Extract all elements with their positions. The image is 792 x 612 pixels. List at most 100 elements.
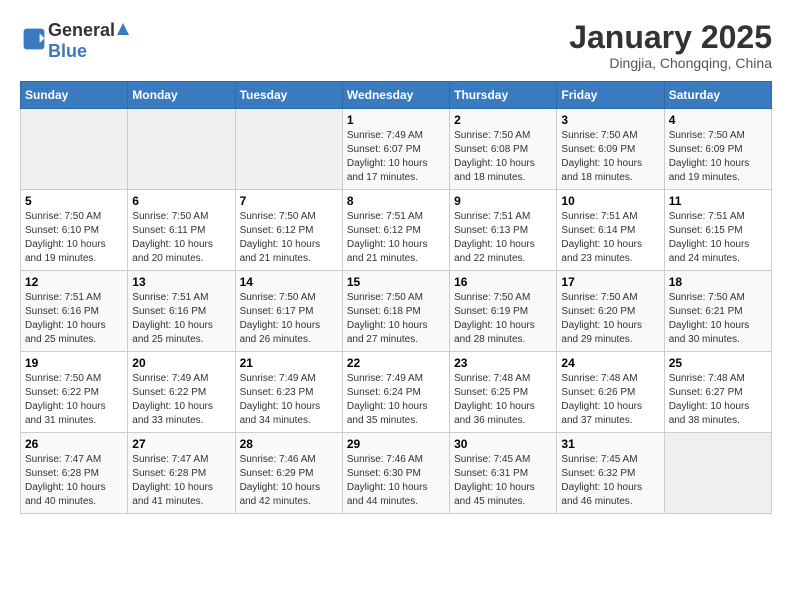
day-number: 18: [669, 275, 767, 289]
day-info: Sunrise: 7:51 AM Sunset: 6:13 PM Dayligh…: [454, 210, 552, 266]
week-row-1: 5Sunrise: 7:50 AM Sunset: 6:10 PM Daylig…: [21, 190, 772, 271]
day-info: Sunrise: 7:50 AM Sunset: 6:21 PM Dayligh…: [669, 291, 767, 347]
day-number: 28: [240, 437, 338, 451]
col-thursday: Thursday: [450, 82, 557, 109]
day-info: Sunrise: 7:51 AM Sunset: 6:14 PM Dayligh…: [561, 210, 659, 266]
day-cell: 23 Sunrise: 7:48 AM Sunset: 6:25 PM Dayli…: [450, 352, 557, 433]
day-number: 21: [240, 356, 338, 370]
day-number: 6: [132, 194, 230, 208]
day-number: 11: [669, 194, 767, 208]
day-info: Sunrise: 7:47 AM Sunset: 6:28 PM Dayligh…: [132, 453, 230, 509]
day-info: Sunrise: 7:47 AM Sunset: 6:28 PM Dayligh…: [25, 453, 123, 509]
day-info: Sunrise: 7:49 AM Sunset: 6:24 PM Dayligh…: [347, 372, 445, 428]
day-info: Sunrise: 7:48 AM Sunset: 6:26 PM Dayligh…: [561, 372, 659, 428]
day-cell: 5Sunrise: 7:50 AM Sunset: 6:10 PM Daylig…: [21, 190, 128, 271]
day-cell: 19 Sunrise: 7:50 AM Sunset: 6:22 PM Dayli…: [21, 352, 128, 433]
day-number: 5: [25, 194, 123, 208]
day-number: 9: [454, 194, 552, 208]
day-cell: 2 Sunrise: 7:50 AM Sunset: 6:08 PM Daylig…: [450, 109, 557, 190]
week-row-2: 12 Sunrise: 7:51 AM Sunset: 6:16 PM Dayli…: [21, 271, 772, 352]
header: General Blue January 2025 Dingjia, Chong…: [20, 20, 772, 71]
day-cell: 11Sunrise: 7:51 AM Sunset: 6:15 PM Dayli…: [664, 190, 771, 271]
day-cell: 8Sunrise: 7:51 AM Sunset: 6:12 PM Daylig…: [342, 190, 449, 271]
day-cell: 22 Sunrise: 7:49 AM Sunset: 6:24 PM Dayli…: [342, 352, 449, 433]
title-area: January 2025 Dingjia, Chongqing, China: [569, 20, 772, 71]
day-number: 22: [347, 356, 445, 370]
day-info: Sunrise: 7:50 AM Sunset: 6:22 PM Dayligh…: [25, 372, 123, 428]
day-cell: 4 Sunrise: 7:50 AM Sunset: 6:09 PM Daylig…: [664, 109, 771, 190]
day-cell: 7 Sunrise: 7:50 AM Sunset: 6:12 PM Daylig…: [235, 190, 342, 271]
day-cell: 6 Sunrise: 7:50 AM Sunset: 6:11 PM Daylig…: [128, 190, 235, 271]
day-cell: 24 Sunrise: 7:48 AM Sunset: 6:26 PM Dayli…: [557, 352, 664, 433]
day-cell: 10Sunrise: 7:51 AM Sunset: 6:14 PM Dayli…: [557, 190, 664, 271]
day-cell: [664, 433, 771, 514]
col-tuesday: Tuesday: [235, 82, 342, 109]
day-info: Sunrise: 7:48 AM Sunset: 6:25 PM Dayligh…: [454, 372, 552, 428]
day-number: 3: [561, 113, 659, 127]
day-cell: 21 Sunrise: 7:49 AM Sunset: 6:23 PM Dayli…: [235, 352, 342, 433]
day-info: Sunrise: 7:48 AM Sunset: 6:27 PM Dayligh…: [669, 372, 767, 428]
week-row-3: 19 Sunrise: 7:50 AM Sunset: 6:22 PM Dayli…: [21, 352, 772, 433]
day-number: 24: [561, 356, 659, 370]
day-cell: 15Sunrise: 7:50 AM Sunset: 6:18 PM Dayli…: [342, 271, 449, 352]
day-number: 14: [240, 275, 338, 289]
day-number: 25: [669, 356, 767, 370]
day-info: Sunrise: 7:50 AM Sunset: 6:08 PM Dayligh…: [454, 129, 552, 185]
day-info: Sunrise: 7:51 AM Sunset: 6:12 PM Dayligh…: [347, 210, 445, 266]
day-number: 17: [561, 275, 659, 289]
day-info: Sunrise: 7:50 AM Sunset: 6:19 PM Dayligh…: [454, 291, 552, 347]
day-cell: 26 Sunrise: 7:47 AM Sunset: 6:28 PM Dayli…: [21, 433, 128, 514]
day-number: 7: [240, 194, 338, 208]
col-monday: Monday: [128, 82, 235, 109]
day-info: Sunrise: 7:50 AM Sunset: 6:17 PM Dayligh…: [240, 291, 338, 347]
day-number: 27: [132, 437, 230, 451]
col-saturday: Saturday: [664, 82, 771, 109]
day-number: 26: [25, 437, 123, 451]
day-cell: 25 Sunrise: 7:48 AM Sunset: 6:27 PM Dayli…: [664, 352, 771, 433]
day-cell: 13Sunrise: 7:51 AM Sunset: 6:16 PM Dayli…: [128, 271, 235, 352]
day-number: 1: [347, 113, 445, 127]
day-info: Sunrise: 7:51 AM Sunset: 6:16 PM Dayligh…: [25, 291, 123, 347]
day-cell: 16Sunrise: 7:50 AM Sunset: 6:19 PM Dayli…: [450, 271, 557, 352]
week-row-4: 26 Sunrise: 7:47 AM Sunset: 6:28 PM Dayli…: [21, 433, 772, 514]
day-cell: 14 Sunrise: 7:50 AM Sunset: 6:17 PM Dayli…: [235, 271, 342, 352]
col-wednesday: Wednesday: [342, 82, 449, 109]
day-number: 20: [132, 356, 230, 370]
day-cell: 31Sunrise: 7:45 AM Sunset: 6:32 PM Dayli…: [557, 433, 664, 514]
day-number: 15: [347, 275, 445, 289]
calendar-subtitle: Dingjia, Chongqing, China: [569, 55, 772, 71]
day-cell: 17 Sunrise: 7:50 AM Sunset: 6:20 PM Dayli…: [557, 271, 664, 352]
calendar-table: Sunday Monday Tuesday Wednesday Thursday…: [20, 81, 772, 514]
day-number: 2: [454, 113, 552, 127]
day-cell: 1Sunrise: 7:49 AM Sunset: 6:07 PM Daylig…: [342, 109, 449, 190]
day-info: Sunrise: 7:49 AM Sunset: 6:22 PM Dayligh…: [132, 372, 230, 428]
day-cell: [235, 109, 342, 190]
day-cell: 12 Sunrise: 7:51 AM Sunset: 6:16 PM Dayli…: [21, 271, 128, 352]
col-friday: Friday: [557, 82, 664, 109]
day-info: Sunrise: 7:50 AM Sunset: 6:20 PM Dayligh…: [561, 291, 659, 347]
day-info: Sunrise: 7:50 AM Sunset: 6:11 PM Dayligh…: [132, 210, 230, 266]
day-number: 19: [25, 356, 123, 370]
logo-general-text: General: [48, 20, 115, 41]
logo: General Blue: [20, 20, 131, 62]
week-row-0: 1Sunrise: 7:49 AM Sunset: 6:07 PM Daylig…: [21, 109, 772, 190]
header-row: Sunday Monday Tuesday Wednesday Thursday…: [21, 82, 772, 109]
col-sunday: Sunday: [21, 82, 128, 109]
day-cell: 30Sunrise: 7:45 AM Sunset: 6:31 PM Dayli…: [450, 433, 557, 514]
logo-blue-text: Blue: [48, 41, 87, 61]
day-info: Sunrise: 7:50 AM Sunset: 6:09 PM Dayligh…: [561, 129, 659, 185]
day-info: Sunrise: 7:49 AM Sunset: 6:23 PM Dayligh…: [240, 372, 338, 428]
day-number: 30: [454, 437, 552, 451]
day-number: 12: [25, 275, 123, 289]
day-cell: [128, 109, 235, 190]
day-cell: [21, 109, 128, 190]
day-cell: 18 Sunrise: 7:50 AM Sunset: 6:21 PM Dayli…: [664, 271, 771, 352]
day-number: 23: [454, 356, 552, 370]
day-info: Sunrise: 7:50 AM Sunset: 6:12 PM Dayligh…: [240, 210, 338, 266]
day-info: Sunrise: 7:50 AM Sunset: 6:09 PM Dayligh…: [669, 129, 767, 185]
day-info: Sunrise: 7:45 AM Sunset: 6:32 PM Dayligh…: [561, 453, 659, 509]
day-cell: 29Sunrise: 7:46 AM Sunset: 6:30 PM Dayli…: [342, 433, 449, 514]
day-cell: 20 Sunrise: 7:49 AM Sunset: 6:22 PM Dayli…: [128, 352, 235, 433]
day-info: Sunrise: 7:51 AM Sunset: 6:16 PM Dayligh…: [132, 291, 230, 347]
day-number: 4: [669, 113, 767, 127]
